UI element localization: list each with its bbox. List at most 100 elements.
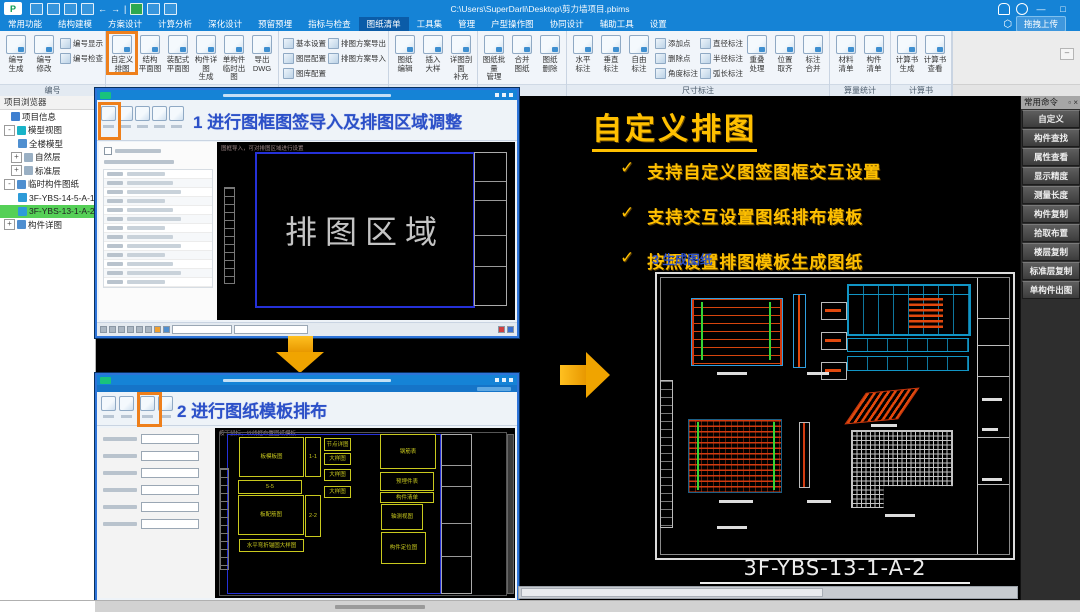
ribbon-small-button[interactable]: 角度标注	[653, 66, 698, 81]
precast-plan-button[interactable]: 装配式平面图	[164, 33, 192, 73]
dim-merge-button[interactable]: 标注合并	[799, 33, 827, 73]
inset2-form-select[interactable]	[141, 519, 199, 529]
expand-icon[interactable]: +	[4, 219, 15, 230]
inset2-tool1-icon[interactable]	[101, 396, 116, 411]
calcbook-view-button[interactable]: 计算书查看	[921, 33, 949, 73]
layout-box-大样图[interactable]: 大样图	[324, 469, 351, 481]
maximize-button[interactable]: □	[1054, 2, 1072, 15]
inset2-tool2-icon[interactable]	[119, 396, 134, 411]
layout-box-2-2[interactable]: 2-2	[305, 495, 321, 537]
command-楼层复制[interactable]: 楼层复制	[1022, 243, 1080, 261]
command-构件查找[interactable]: 构件查找	[1022, 129, 1080, 147]
inset1-tool4-icon[interactable]	[152, 106, 167, 121]
free-dim-button[interactable]: 自由标注	[625, 33, 653, 73]
command-构件复制[interactable]: 构件复制	[1022, 205, 1080, 223]
inset1-tool5-icon[interactable]	[169, 106, 184, 121]
notifications-icon[interactable]	[998, 3, 1010, 15]
command-自定义[interactable]: 自定义	[1022, 110, 1080, 128]
save-as-icon[interactable]	[81, 3, 94, 15]
open-file-icon[interactable]	[47, 3, 60, 15]
user-account-icon[interactable]	[1016, 3, 1028, 15]
drag-upload-button[interactable]: 拖拽上传	[1016, 16, 1066, 32]
layout-box-钢筋表[interactable]: 钢筋表	[380, 434, 436, 469]
inset2-form-select[interactable]	[141, 468, 199, 478]
close-icon[interactable]: ×	[1073, 98, 1078, 107]
sheet-edit-button[interactable]: 图纸编辑	[391, 33, 419, 73]
ribbon-tab-1[interactable]: 常用功能	[0, 17, 50, 31]
tree-item-全楼模型[interactable]: 全楼模型	[0, 137, 95, 151]
command-标准层复制[interactable]: 标准层复制	[1022, 262, 1080, 280]
new-file-icon[interactable]	[30, 3, 43, 15]
collapse-icon[interactable]: -	[4, 179, 15, 190]
structure-plan-button[interactable]: 结构平面图	[136, 33, 164, 73]
tree-item-临时构件图纸[interactable]: -临时构件图纸	[0, 178, 95, 192]
ribbon-tab-11[interactable]: 户型操作图	[483, 17, 542, 31]
layout-box-构件定位图[interactable]: 构件定位图	[381, 532, 426, 564]
ribbon-collapse-button[interactable]: –	[1060, 48, 1074, 60]
ribbon-tab-8[interactable]: 图纸清单	[359, 17, 409, 31]
tree-item-项目信息[interactable]: 项目信息	[0, 110, 95, 124]
export-dwg-button[interactable]: 导出DWG	[248, 33, 276, 73]
scrollbar-thumb[interactable]	[521, 588, 823, 597]
ribbon-tab-12[interactable]: 协同设计	[542, 17, 592, 31]
sheet-batch-button[interactable]: 图纸批量管理	[480, 33, 508, 82]
ribbon-small-button[interactable]: 直径标注	[698, 36, 743, 51]
layout-box-预埋件表[interactable]: 预埋件表	[380, 472, 434, 491]
tree-item-3F-YBS-13-1-A-2[interactable]: 3F-YBS-13-1-A-2	[0, 205, 95, 219]
vertical-dim-button[interactable]: 垂直标注	[597, 33, 625, 73]
ribbon-small-button[interactable]: 基本设置	[281, 36, 326, 51]
ribbon-small-button[interactable]: 排图方案导出	[326, 36, 386, 51]
expand-icon[interactable]: +	[11, 152, 22, 163]
ribbon-small-button[interactable]: 编号显示	[58, 36, 103, 51]
command-单构件出图[interactable]: 单构件出图	[1022, 281, 1080, 299]
ribbon-small-button[interactable]: 图库配置	[281, 66, 326, 81]
number-edit-button[interactable]: 编号修改	[30, 33, 58, 73]
tree-item-3F-YBS-14-5-A-1[interactable]: 3F-YBS-14-5-A-1	[0, 191, 95, 205]
layout-box-构件清单[interactable]: 构件清单	[380, 492, 434, 503]
align-button[interactable]: 位置取齐	[771, 33, 799, 73]
save-icon[interactable]	[64, 3, 77, 15]
layout-box-板模板图[interactable]: 板模板图	[239, 437, 304, 477]
inset2-form-select[interactable]	[141, 434, 199, 444]
minimize-button[interactable]: —	[1032, 2, 1050, 15]
tree-item-标准层[interactable]: +标准层	[0, 164, 95, 178]
insert-detail-button[interactable]: 插入大样	[419, 33, 447, 73]
ribbon-tab-13[interactable]: 辅助工具	[592, 17, 642, 31]
layout-box-1-1[interactable]: 1-1	[305, 437, 321, 477]
command-显示精度[interactable]: 显示精度	[1022, 167, 1080, 185]
tree-item-模型视图[interactable]: -模型视图	[0, 124, 95, 138]
doc1-icon[interactable]	[147, 3, 160, 15]
custom-layout-button[interactable]: 自定义排图	[108, 33, 136, 73]
ribbon-tab-7[interactable]: 指标与检查	[300, 17, 359, 31]
ribbon-small-button[interactable]: 删除点	[653, 51, 698, 66]
horizontal-scrollbar[interactable]	[518, 586, 1018, 599]
ribbon-small-button[interactable]: 添加点	[653, 36, 698, 51]
layout-box-板配筋图[interactable]: 板配筋图	[238, 495, 304, 535]
doc2-icon[interactable]	[164, 3, 177, 15]
horizontal-dim-button[interactable]: 水平标注	[569, 33, 597, 73]
overlap-button[interactable]: 重叠处理	[743, 33, 771, 73]
layout-box-节点详图[interactable]: 节点详图	[324, 438, 351, 451]
inset2-form-select[interactable]	[141, 502, 199, 512]
section-supplement-button[interactable]: 详图剖面补充	[447, 33, 475, 82]
merge-sheet-button[interactable]: 合并图纸	[508, 33, 536, 73]
layout-box-轴测视图[interactable]: 轴测视图	[381, 504, 423, 530]
component-list-button[interactable]: 构件清单	[860, 33, 888, 73]
ribbon-tab-4[interactable]: 计算分析	[150, 17, 200, 31]
detail-generate-button[interactable]: 构件详图生成	[192, 33, 220, 82]
ribbon-tab-10[interactable]: 管理	[450, 17, 483, 31]
ribbon-small-button[interactable]: 排图方案导入	[326, 51, 386, 66]
expand-icon[interactable]: +	[11, 165, 22, 176]
command-测量长度[interactable]: 测量长度	[1022, 186, 1080, 204]
ribbon-small-button[interactable]: 弧长标注	[698, 66, 743, 81]
pin-icon[interactable]: ▫	[1068, 98, 1071, 107]
layout-box-大样图[interactable]: 大样图	[324, 453, 351, 465]
export-icon[interactable]	[130, 3, 143, 15]
inset2-form-select[interactable]	[141, 485, 199, 495]
ribbon-tab-3[interactable]: 方案设计	[100, 17, 150, 31]
number-generate-button[interactable]: 编号生成	[2, 33, 30, 73]
layout-box-水平弯折锚固大样图[interactable]: 水平弯折锚固大样图	[239, 539, 304, 552]
ribbon-small-button[interactable]: 图层配置	[281, 51, 326, 66]
ribbon-small-button[interactable]: 半径标注	[698, 51, 743, 66]
inset1-tool3-icon[interactable]	[135, 106, 150, 121]
